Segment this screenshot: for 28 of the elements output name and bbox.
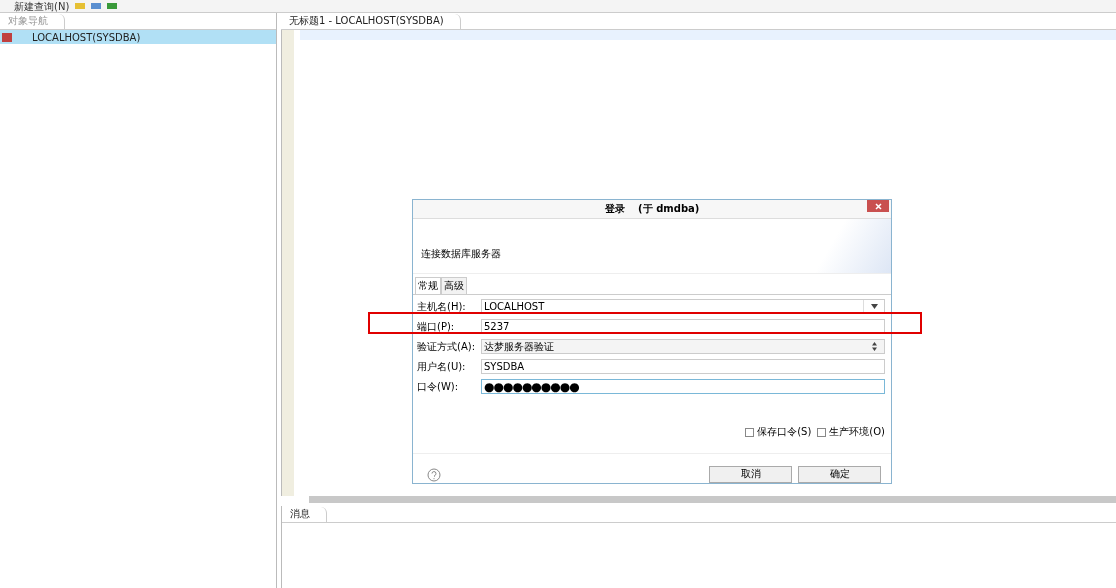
spinner-icon bbox=[871, 342, 877, 351]
field-label: 主机名(H): bbox=[417, 299, 467, 314]
scrollbar[interactable] bbox=[309, 496, 1116, 503]
close-button[interactable] bbox=[867, 200, 889, 212]
field-label: 口令(W): bbox=[417, 379, 460, 394]
checkbox-label: 保存口令(S) bbox=[757, 425, 812, 439]
tab[interactable]: 高级 bbox=[441, 277, 467, 294]
dialog-title: 登录 (于 dmdba) bbox=[604, 202, 700, 216]
checkbox-label: 生产环境(O) bbox=[829, 425, 885, 439]
toolbar-icon[interactable] bbox=[107, 3, 118, 9]
checkbox[interactable] bbox=[817, 427, 827, 437]
field-label: 用户名(U): bbox=[417, 359, 467, 374]
field-label: 端口(P): bbox=[417, 319, 456, 334]
dialog-button[interactable]: 确定 bbox=[798, 466, 881, 483]
field-label: 验证方式(A): bbox=[417, 339, 476, 354]
tab[interactable]: 常规 bbox=[415, 277, 441, 294]
dialog-button[interactable]: 取消 bbox=[709, 466, 792, 483]
help-icon[interactable] bbox=[427, 467, 441, 482]
toolbar-icon[interactable] bbox=[91, 3, 102, 9]
checkbox[interactable] bbox=[745, 427, 755, 437]
tree-item[interactable]: LOCALHOST(SYSDBA) bbox=[0, 30, 276, 44]
new-query-button[interactable]: 新建查询(N) bbox=[0, 0, 70, 12]
select-field[interactable]: 达梦服务器验证 bbox=[481, 339, 885, 354]
input-field[interactable]: ●●●●●●●●●● bbox=[481, 379, 885, 394]
dialog-heading: 连接数据库服务器 bbox=[421, 247, 501, 261]
input-field[interactable]: SYSDBA bbox=[481, 359, 885, 374]
close-icon bbox=[874, 202, 882, 210]
caret-icon bbox=[870, 304, 878, 309]
